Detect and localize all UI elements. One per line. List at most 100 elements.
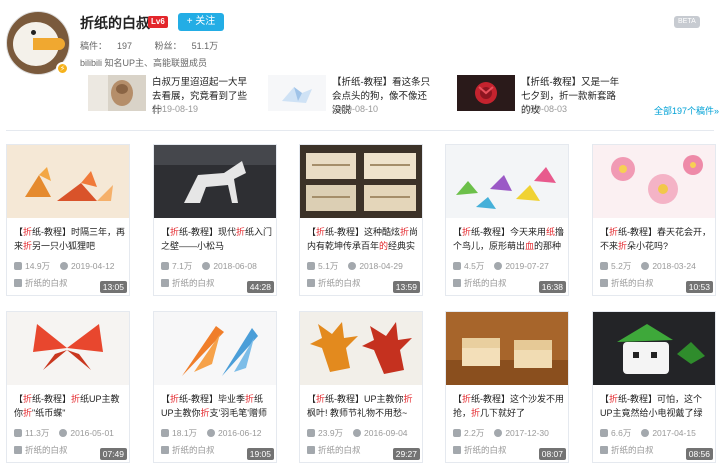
video-title[interactable]: 【折纸-教程】毕业季折纸UP主教你折支'羽毛笔'赠师 <box>161 392 273 420</box>
video-uploader[interactable]: 折纸的白叔 <box>14 277 68 289</box>
video-title-segment: 纸-教程】毕业季 <box>179 394 246 404</box>
video-meta: 4.5万 2019-07-27 <box>453 260 549 272</box>
recent-item[interactable]: 【折纸-教程】看这条只会点头的狗，像不像还没脱 2019-08-10 <box>268 72 438 116</box>
video-uploader[interactable]: 折纸的白叔 <box>600 444 654 456</box>
video-meta: 7.1万 2018-06-08 <box>161 260 257 272</box>
uploader-name: 折纸的白叔 <box>464 445 507 455</box>
video-cover[interactable] <box>154 312 276 385</box>
recent-thumbnail[interactable] <box>268 75 326 111</box>
play-count-icon <box>307 262 315 270</box>
play-count: 6.6万 <box>611 428 632 438</box>
clock-icon <box>348 262 357 270</box>
recent-item[interactable]: 【折纸-教程】又是一年七夕到，折一款新套路的玫 2019-08-03 <box>457 72 627 116</box>
upload-date: 2016-09-04 <box>364 428 408 438</box>
video-cover[interactable] <box>446 145 568 218</box>
upload-date: 2019-04-12 <box>71 261 115 271</box>
video-cover[interactable] <box>593 145 715 218</box>
video-title[interactable]: 【折纸-教程】春天花会开，不来折朵小花吗? <box>600 225 712 253</box>
video-uploader[interactable]: 折纸的白叔 <box>453 444 507 456</box>
play-count-icon <box>14 429 22 437</box>
works-count: 197 <box>117 41 133 51</box>
recent-thumbnail[interactable] <box>88 75 146 111</box>
play-count-icon <box>453 429 461 437</box>
video-card[interactable]: 07:49 【折纸-教程】折纸UP主教你折"纸币蝶" 11.3万 2016-05-01… <box>6 311 130 463</box>
video-title-segment: 的 <box>379 241 389 251</box>
video-title-segment: 朵小花吗? <box>627 241 669 251</box>
video-title-segment: 经典实 <box>388 241 416 251</box>
video-title-segment: 几下就好了 <box>480 408 526 418</box>
uploader-name: 折纸的白叔 <box>611 445 654 455</box>
video-title-segment: 的那种 <box>534 241 562 251</box>
video-card[interactable]: 19:05 【折纸-教程】毕业季折纸UP主教你折支'羽毛笔'赠师 18.1万 2016… <box>153 311 277 463</box>
video-cover[interactable] <box>7 312 129 385</box>
video-cover[interactable] <box>446 312 568 385</box>
video-uploader[interactable]: 折纸的白叔 <box>307 277 361 289</box>
uploader-icon <box>600 279 608 287</box>
play-count: 14.9万 <box>25 261 51 271</box>
video-card[interactable]: 10:53 【折纸-教程】春天花会开，不来折朵小花吗? 5.2万 2018-03-24… <box>592 144 716 296</box>
video-uploader[interactable]: 折纸的白叔 <box>14 444 68 456</box>
play-count: 5.2万 <box>611 261 632 271</box>
uploader-icon <box>307 446 315 454</box>
clock-icon <box>60 262 69 270</box>
uploader-icon <box>307 279 315 287</box>
video-duration: 10:53 <box>685 281 713 293</box>
video-uploader[interactable]: 折纸的白叔 <box>453 277 507 289</box>
works-label: 稿件： <box>80 41 108 51</box>
recent-thumbnail[interactable] <box>457 75 515 111</box>
video-uploader[interactable]: 折纸的白叔 <box>600 277 654 289</box>
video-title-segment: 折 <box>403 394 413 404</box>
video-title[interactable]: 【折纸-教程】这个沙发不用抢，折几下就好了 <box>453 392 565 420</box>
video-card[interactable]: 29:27 【折纸-教程】UP主教你折枫叶! 教师节礼物不用愁~ 23.9万 2016… <box>299 311 423 463</box>
video-title-segment: 【 <box>600 227 610 237</box>
video-card[interactable]: 13:05 【折纸-教程】时隔三年，再来折另一只小狐狸吧 14.9万 2019-04-… <box>6 144 130 296</box>
video-uploader[interactable]: 折纸的白叔 <box>161 444 215 456</box>
video-card[interactable]: 13:59 【折纸-教程】这种酷炫折尚内有乾坤传承百年的经典实 5.1万 2018-0… <box>299 144 423 296</box>
beta-badge: BETA <box>674 16 700 28</box>
user-sign: bilibili 知名UP主、高能联盟成员 <box>80 58 208 68</box>
video-meta: 2.2万 2017-12-30 <box>453 427 549 439</box>
recent-item[interactable]: 白叔万里迢迢起一大早去看展，究竟看到了些什 2019-08-19 <box>88 72 258 116</box>
video-card[interactable]: 08:07 【折纸-教程】这个沙发不用抢，折几下就好了 2.2万 2017-12-30… <box>445 311 569 463</box>
follow-button[interactable]: + 关注 <box>178 13 224 31</box>
video-card[interactable]: 16:38 【折纸-教程】今天来用纸撸个鸟儿，原形萌出血的那种 4.5万 2019-0… <box>445 144 569 296</box>
video-title[interactable]: 【折纸-教程】可怕，这个UP主竟然给小电视戴了绿 <box>600 392 712 420</box>
video-title-segment: 折 <box>236 227 246 237</box>
video-title[interactable]: 【折纸-教程】UP主教你折枫叶! 教师节礼物不用愁~ <box>307 392 419 420</box>
username[interactable]: 折纸的白叔 <box>80 13 150 33</box>
video-title-segment: 另一只小狐狸吧 <box>32 241 96 251</box>
play-count-icon <box>453 262 461 270</box>
video-title-segment: 【 <box>161 394 171 404</box>
level-badge: Lv6 <box>148 16 168 28</box>
video-duration: 13:05 <box>99 281 127 293</box>
clock-icon <box>494 429 503 437</box>
uploader-icon <box>453 279 461 287</box>
video-cover[interactable] <box>154 145 276 218</box>
video-title-segment: 纸-教程】UP主教你 <box>325 394 404 404</box>
video-uploader[interactable]: 折纸的白叔 <box>307 444 361 456</box>
video-title-segment: 折 <box>462 394 472 404</box>
video-duration: 44:28 <box>246 281 274 293</box>
uploader-name: 折纸的白叔 <box>172 445 215 455</box>
video-card[interactable]: 44:28 【折纸-教程】现代折纸入门之壁——小松马 7.1万 2018-06-08 折… <box>153 144 277 296</box>
all-videos-link[interactable]: 全部197个稿件» <box>654 104 719 117</box>
video-cover[interactable] <box>300 312 422 385</box>
upload-date: 2016-05-01 <box>70 428 114 438</box>
play-count: 23.9万 <box>318 428 344 438</box>
video-cover[interactable] <box>300 145 422 218</box>
video-meta: 23.9万 2016-09-04 <box>307 427 408 439</box>
play-count-icon <box>600 262 608 270</box>
video-title-segment: 折 <box>23 408 33 418</box>
clock-icon <box>641 262 650 270</box>
video-cover[interactable] <box>7 145 129 218</box>
video-title[interactable]: 【折纸-教程】现代折纸入门之壁——小松马 <box>161 225 273 253</box>
video-cover[interactable] <box>593 312 715 385</box>
video-title[interactable]: 【折纸-教程】时隔三年，再来折另一只小狐狸吧 <box>14 225 126 253</box>
video-title[interactable]: 【折纸-教程】折纸UP主教你折"纸币蝶" <box>14 392 126 420</box>
video-title[interactable]: 【折纸-教程】今天来用纸撸个鸟儿，原形萌出血的那种 <box>453 225 565 253</box>
video-card[interactable]: 08:56 【折纸-教程】可怕，这个UP主竟然给小电视戴了绿 6.6万 2017-04… <box>592 311 716 463</box>
video-title[interactable]: 【折纸-教程】这种酷炫折尚内有乾坤传承百年的经典实 <box>307 225 419 253</box>
user-stats: 稿件： 197 粉丝： 51.1万 <box>80 39 238 52</box>
upload-date: 2018-03-24 <box>652 261 696 271</box>
video-uploader[interactable]: 折纸的白叔 <box>161 277 215 289</box>
